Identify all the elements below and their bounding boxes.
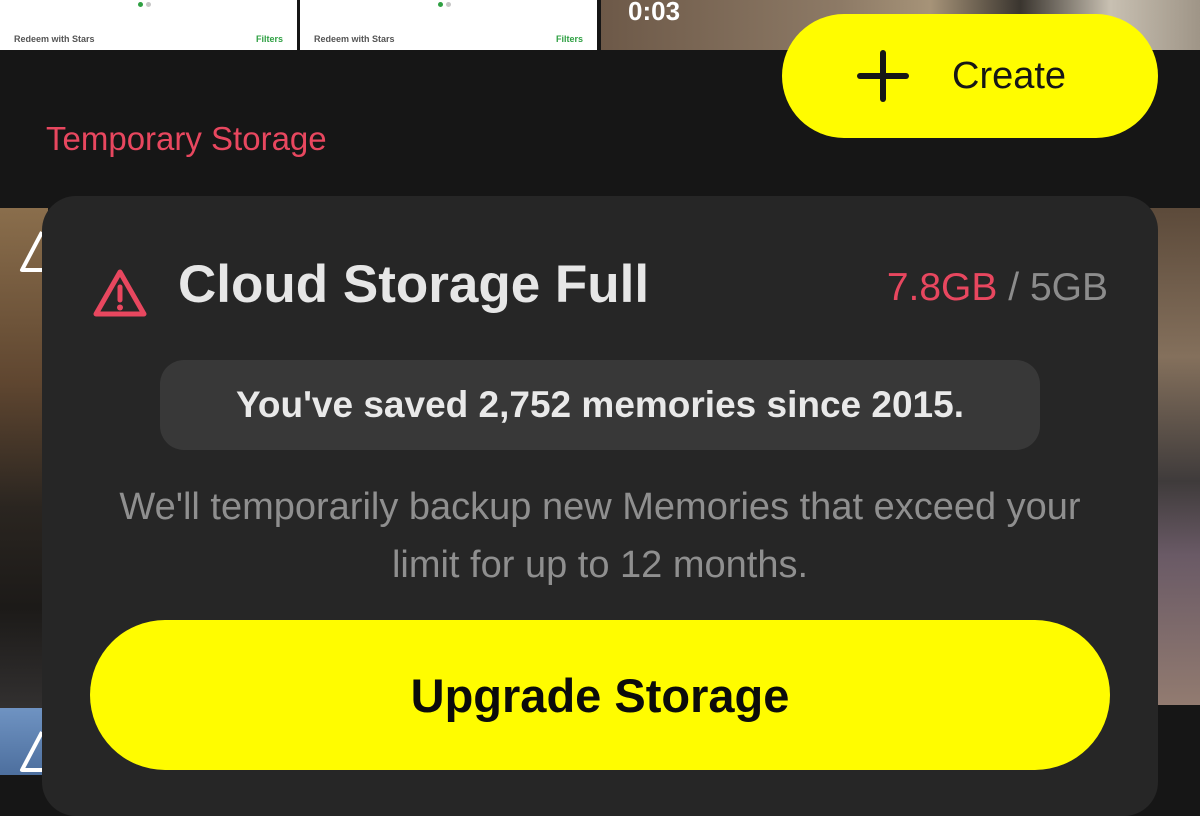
storage-used: 7.8GB xyxy=(886,266,998,309)
storage-separator: / xyxy=(1008,266,1020,309)
memory-thumbnail[interactable]: Redeem with Stars Filters xyxy=(300,0,597,50)
create-button[interactable]: Create xyxy=(782,14,1158,138)
warning-triangle-icon xyxy=(20,731,44,772)
storage-limit: 5GB xyxy=(1029,266,1108,309)
thumbnail-caption: Redeem with Stars xyxy=(14,34,95,44)
plus-icon xyxy=(857,50,909,102)
memories-summary-text: You've saved 2,752 memories since 2015. xyxy=(235,384,964,425)
section-title: Temporary Storage xyxy=(46,120,327,157)
thumbnail-caption: Redeem with Stars xyxy=(314,34,395,44)
thumbnail-footer: Redeem with Stars Filters xyxy=(0,32,297,46)
card-title: Cloud Storage Full xyxy=(178,255,650,314)
upgrade-storage-label: Upgrade Storage xyxy=(410,668,790,722)
upgrade-storage-button[interactable]: Upgrade Storage xyxy=(90,620,1110,770)
page-dots xyxy=(138,2,151,7)
warning-triangle-icon xyxy=(20,231,44,272)
warning-triangle-icon xyxy=(93,269,147,317)
create-button-label: Create xyxy=(952,54,1067,97)
memory-thumbnail[interactable]: Redeem with Stars Filters xyxy=(0,0,297,50)
page-dots xyxy=(438,2,451,7)
memories-summary-pill: You've saved 2,752 memories since 2015. xyxy=(160,360,1040,450)
thumbnail-footer: Redeem with Stars Filters xyxy=(300,32,597,46)
thumbnail-filters-label: Filters xyxy=(255,34,283,44)
thumbnail-filters-label: Filters xyxy=(555,34,583,44)
storage-description: We'll temporarily backup new Memories th… xyxy=(119,486,1081,586)
video-duration: 0:03 xyxy=(628,0,681,26)
storage-usage: 7.8GB / 5GB xyxy=(887,266,1108,310)
memory-thumbnail[interactable] xyxy=(0,208,48,708)
